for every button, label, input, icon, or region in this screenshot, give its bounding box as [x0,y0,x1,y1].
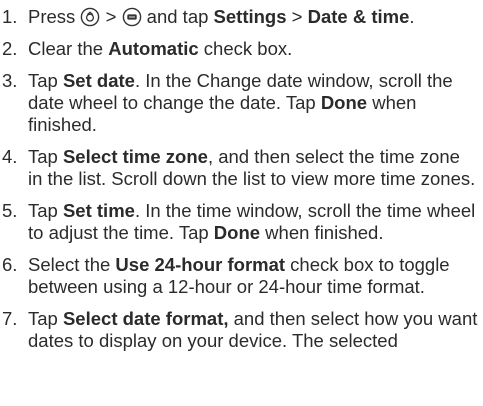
step-5: 5. Tap Set time. In the time window, scr… [2,200,479,244]
step-text: Clear the [28,38,109,59]
step-number: 2. [2,38,18,59]
step-text: > [286,6,308,27]
step-text: Select the [28,254,116,275]
step-number: 4. [2,146,18,167]
step-text: Tap [28,70,63,91]
step-1: 1. Press > and tap Settings > Date & tim… [2,6,479,28]
steps-list: 1. Press > and tap Settings > Date & tim… [2,6,479,352]
step-2: 2. Clear the Automatic check box. [2,38,479,60]
ui-term: Set date [62,70,135,91]
ui-term: Automatic [108,38,199,59]
ui-term: Settings [213,6,287,27]
step-number: 6. [2,254,18,275]
menu-icon [122,7,142,27]
step-text: Tap [28,200,63,221]
step-text: when finished. [260,222,384,243]
ui-term: Done [213,222,261,243]
instruction-page: 1. Press > and tap Settings > Date & tim… [0,0,483,406]
step-7: 7. Tap Select date format, and then sele… [2,308,479,352]
step-3: 3. Tap Set date. In the Change date wind… [2,70,479,136]
step-number: 1. [2,6,18,27]
ui-term: Done [320,92,368,113]
ui-term: Select time zone [62,146,208,167]
ui-term: Select date format, [62,308,229,329]
ui-term: Set time [62,200,135,221]
step-number: 7. [2,308,18,329]
step-text: Tap [28,146,63,167]
home-icon [80,7,100,27]
step-text: check box. [198,38,293,59]
step-text: Press [28,6,81,27]
step-number: 3. [2,70,18,91]
step-text: . [409,6,415,27]
ui-term: Use 24-hour format [115,254,286,275]
step-text: > [100,6,122,27]
step-6: 6. Select the Use 24-hour format check b… [2,254,479,298]
step-text: and tap [141,6,214,27]
step-4: 4. Tap Select time zone, and then select… [2,146,479,190]
step-number: 5. [2,200,18,221]
ui-term: Date & time [307,6,410,27]
step-text: Tap [28,308,63,329]
